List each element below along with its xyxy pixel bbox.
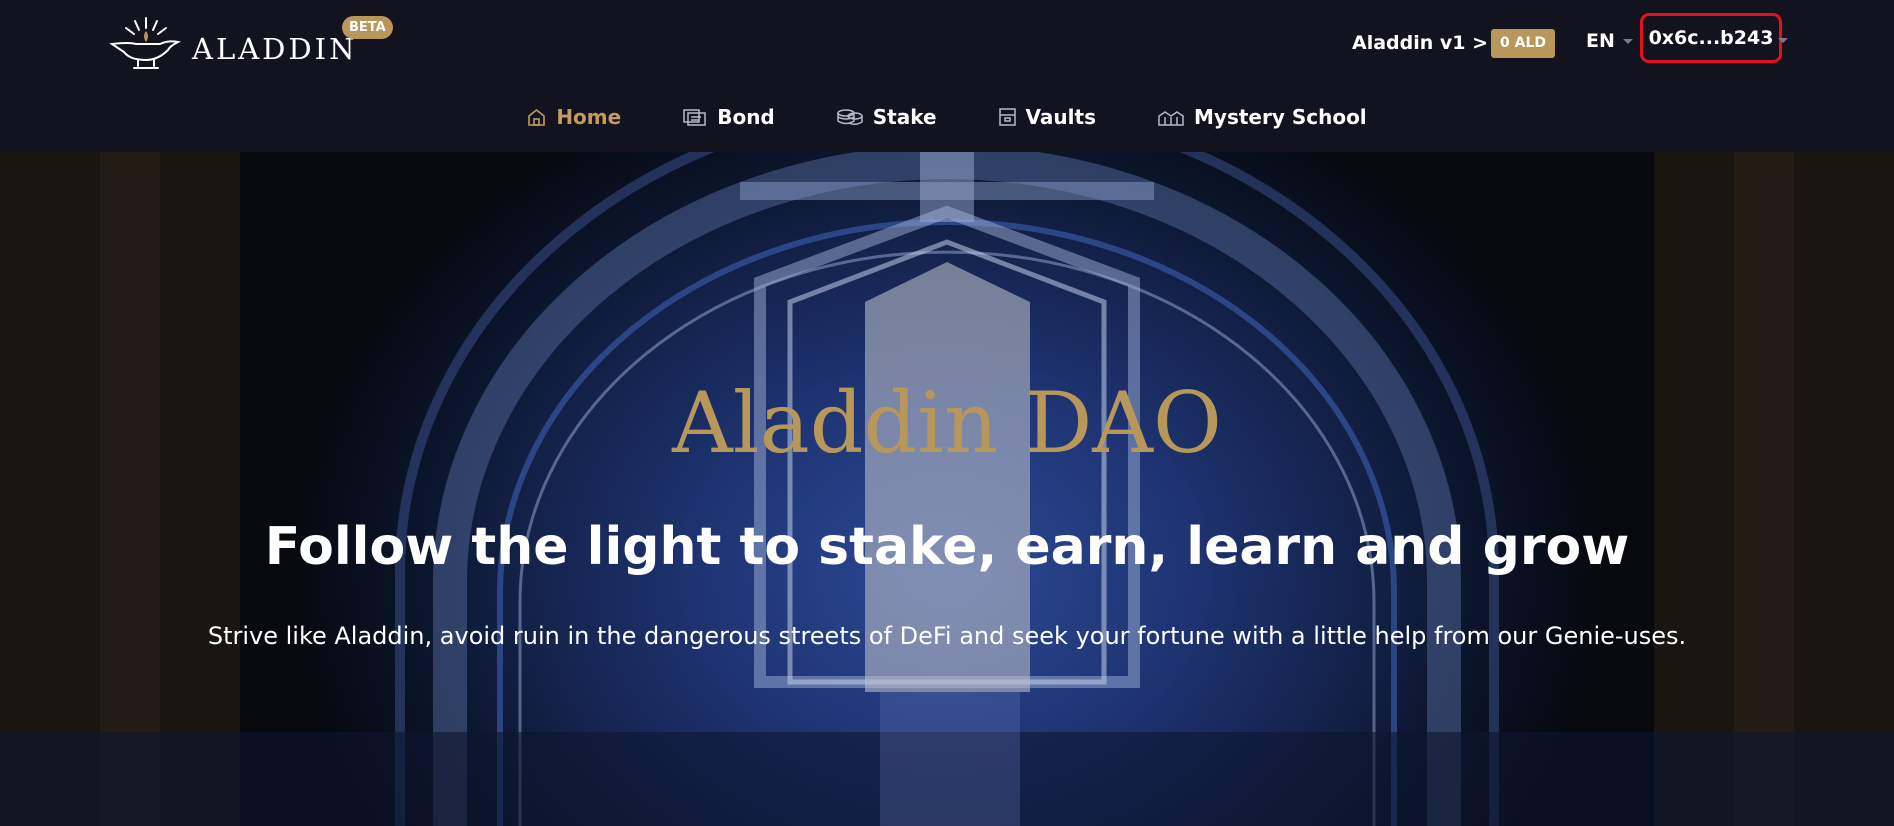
- nav-item-label: Vaults: [1025, 105, 1096, 129]
- wallet-address-label: 0x6c...b243: [1648, 27, 1774, 49]
- hero-description: Strive like Aladdin, avoid ruin in the d…: [207, 622, 1687, 650]
- nav-item-label: Home: [556, 105, 622, 129]
- lamp-logo-icon: [109, 17, 182, 69]
- school-icon: [1158, 111, 1184, 126]
- hero-background-art: [0, 152, 1894, 826]
- coins-icon: [837, 109, 863, 126]
- nav-item-mystery-school[interactable]: Mystery School: [1158, 105, 1367, 129]
- chevron-down-icon: [1778, 38, 1788, 43]
- nav-item-vaults[interactable]: Vaults: [998, 105, 1096, 129]
- language-select[interactable]: EN: [1586, 30, 1633, 52]
- nav-item-label: Stake: [872, 105, 937, 129]
- logo-text: ALADDIN: [192, 32, 358, 66]
- nav-item-label: Bond: [717, 105, 775, 129]
- hero-title: Aladdin DAO: [672, 374, 1222, 472]
- nav-item-stake[interactable]: Stake: [837, 105, 937, 129]
- nav-item-label: Mystery School: [1194, 105, 1367, 129]
- home-icon: [528, 108, 546, 126]
- top-bar: ALADDIN BETA Aladdin v1 > 0 ALD EN 0x6c.…: [0, 0, 1894, 82]
- vault-icon: [998, 108, 1016, 126]
- language-label: EN: [1586, 30, 1615, 52]
- aladdin-v1-link[interactable]: Aladdin v1 >: [1352, 32, 1488, 54]
- beta-badge: BETA: [342, 16, 393, 39]
- hero-subtitle: Follow the light to stake, earn, learn a…: [264, 517, 1630, 577]
- hero-section: Aladdin DAO Follow the light to stake, e…: [0, 152, 1894, 826]
- aladdin-logo[interactable]: ALADDIN BETA: [108, 14, 398, 74]
- ald-balance-badge[interactable]: 0 ALD: [1491, 29, 1555, 58]
- nav-item-bond[interactable]: Bond: [683, 105, 775, 129]
- nav-item-home[interactable]: Home: [527, 105, 621, 129]
- chevron-down-icon: [1622, 39, 1633, 44]
- bond-icon: [683, 109, 706, 126]
- main-nav: Home Bond Stake Vaults Mystery School: [0, 82, 1894, 152]
- wallet-address-button[interactable]: 0x6c...b243: [1640, 13, 1788, 63]
